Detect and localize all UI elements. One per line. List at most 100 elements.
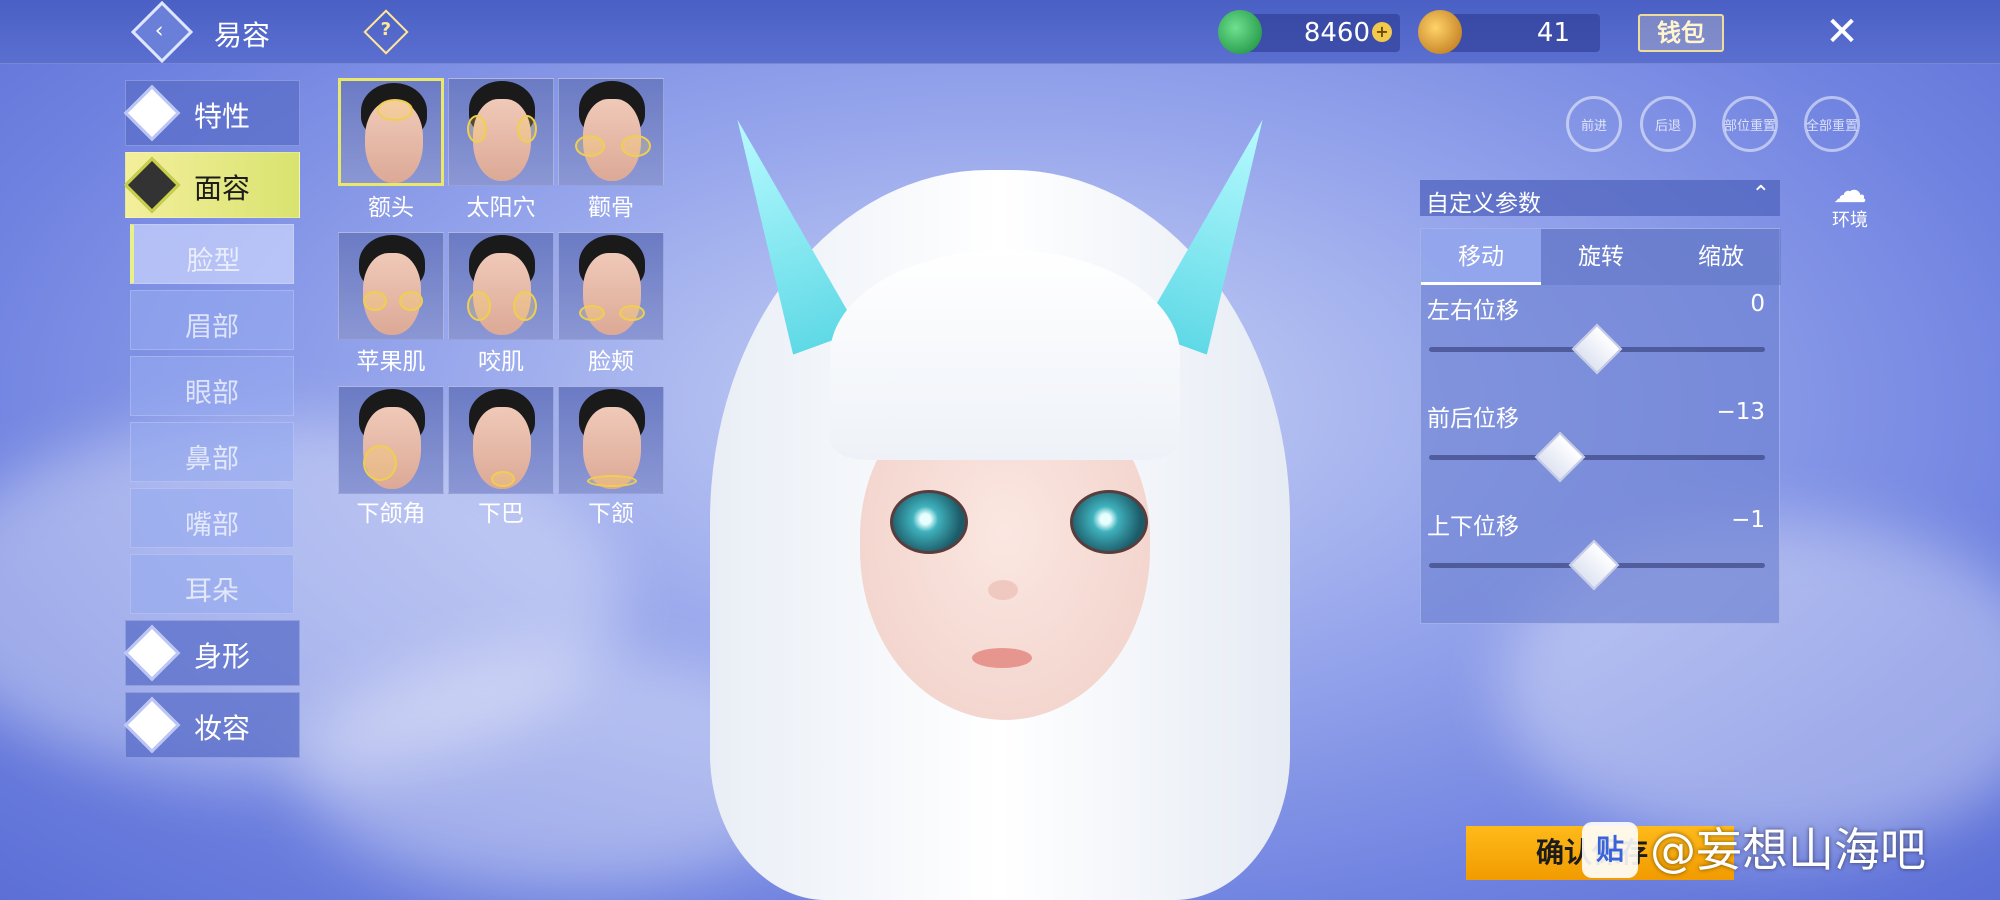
slider-thumb[interactable] (1568, 539, 1620, 591)
panel-title: 自定义参数 (1426, 191, 1541, 217)
face-part-label: 下颌角 (356, 501, 426, 527)
face-part-label: 颧骨 (588, 195, 634, 221)
highlight-marker (399, 291, 423, 311)
face-part-label: 下颔 (588, 501, 634, 527)
category-face[interactable]: 面容 (123, 152, 300, 218)
character-mouth (972, 648, 1032, 668)
subcategory-eyes[interactable]: 眼部 (130, 356, 294, 416)
chevron-left-icon: ‹ (154, 18, 164, 44)
slider-label: 前后位移 (1427, 406, 1519, 432)
highlight-marker (363, 291, 387, 311)
face-part-apple-cheeks[interactable] (338, 232, 444, 340)
slider-label: 上下位移 (1427, 514, 1519, 540)
close-button[interactable]: ✕ (1820, 10, 1864, 54)
reset-part-button[interactable]: 部位重置 (1722, 96, 1778, 152)
subcategory-label: 脸型 (186, 246, 241, 277)
face-part-label: 咬肌 (478, 349, 524, 375)
slider-label: 左右位移 (1427, 298, 1519, 324)
face-part-temples[interactable] (448, 78, 554, 186)
panel-header[interactable]: 自定义参数 ⌃ (1420, 180, 1780, 217)
category-body[interactable]: 身形 (123, 620, 300, 686)
highlight-marker (517, 115, 537, 143)
watermark-text: @妄想山海吧 (1650, 823, 1926, 877)
face-part-label: 太阳穴 (466, 195, 536, 221)
face-part-chin[interactable] (448, 386, 554, 494)
highlight-marker (467, 291, 491, 321)
subcategory-label: 眼部 (185, 378, 239, 409)
environment-button[interactable]: ☁ 环境 (1826, 171, 1874, 231)
face-part-jaw[interactable] (558, 386, 664, 494)
face-part-forehead[interactable] (338, 78, 444, 186)
panel-body: 移动 旋转 缩放 左右位移 0 前后位移 −13 上下位移 −1 (1420, 228, 1781, 624)
character-nose (988, 580, 1018, 600)
wallet-button[interactable]: 钱包 (1638, 14, 1724, 52)
jade-amount: 8460 (1303, 18, 1370, 48)
highlight-marker (587, 475, 637, 487)
reset-all-label: 全部重置 (1805, 119, 1858, 134)
highlight-marker (377, 99, 413, 121)
face-icon (123, 156, 181, 214)
traits-icon (123, 84, 181, 142)
face-part-label: 苹果肌 (356, 349, 426, 375)
face-part-label: 脸颊 (588, 349, 634, 375)
category-makeup[interactable]: 妆容 (123, 692, 300, 758)
makeup-icon (123, 696, 181, 754)
highlight-marker (363, 445, 397, 481)
subcategory-face-shape[interactable]: 脸型 (130, 224, 294, 284)
face-part-label: 额头 (368, 195, 414, 221)
body-icon (123, 624, 181, 682)
subcategory-label: 眉部 (185, 312, 239, 343)
face-part-masseter[interactable] (448, 232, 554, 340)
top-bar: ‹ 易容 ? 8460 + 41 钱包 ✕ (0, 0, 2000, 64)
forward-label: 前进 (1580, 119, 1607, 134)
back-button[interactable]: ‹ (130, 0, 194, 64)
cloud-icon: ☁ (1833, 171, 1867, 211)
face-part-cheekbones[interactable] (558, 78, 664, 186)
highlight-marker (575, 135, 605, 157)
jade-icon (1218, 10, 1262, 54)
undo-button[interactable]: 后退 (1640, 96, 1696, 152)
subcategory-nose[interactable]: 鼻部 (130, 422, 294, 482)
slider-thumb[interactable] (1534, 431, 1586, 483)
subcategory-label: 嘴部 (185, 510, 239, 541)
face-part-jaw-angle[interactable] (338, 386, 444, 494)
face-part-label: 下巴 (478, 501, 524, 527)
slider-track[interactable] (1429, 323, 1765, 375)
jade-currency: 8460 + (1218, 10, 1400, 54)
face-part-cheeks[interactable] (558, 232, 664, 340)
slider-track[interactable] (1429, 539, 1765, 591)
character-bangs (830, 250, 1180, 460)
category-traits[interactable]: 特性 (123, 80, 300, 146)
slider-value: −1 (1731, 507, 1765, 533)
question-icon: ? (380, 19, 392, 41)
character-preview[interactable] (690, 110, 1310, 900)
slider-value: 0 (1750, 291, 1765, 317)
highlight-marker (621, 135, 651, 157)
thumbnail-face (583, 253, 641, 335)
help-button[interactable]: ? (363, 9, 409, 55)
close-icon: ✕ (1825, 9, 1859, 55)
character-right-eye (1070, 490, 1148, 554)
add-jade-button[interactable]: + (1372, 22, 1392, 42)
custom-params-panel: 自定义参数 ⌃ 移动 旋转 缩放 左右位移 0 前后位移 −13 上下位移 −1 (1420, 180, 1781, 624)
subcategory-brows[interactable]: 眉部 (130, 290, 294, 350)
category-label: 身形 (194, 640, 251, 673)
forward-button[interactable]: 前进 (1566, 96, 1622, 152)
subcategory-mouth[interactable]: 嘴部 (130, 488, 294, 548)
reset-part-label: 部位重置 (1723, 119, 1776, 134)
highlight-marker (619, 305, 645, 321)
slider-track[interactable] (1429, 431, 1765, 483)
character-left-eye (890, 490, 968, 554)
chevron-up-icon: ⌃ (1751, 182, 1770, 207)
tab-move[interactable]: 移动 (1421, 229, 1541, 285)
subcategory-ears[interactable]: 耳朵 (130, 554, 294, 614)
undo-label: 后退 (1654, 119, 1681, 134)
tab-scale[interactable]: 缩放 (1661, 229, 1781, 285)
page-title: 易容 (214, 19, 271, 52)
subcategory-label: 鼻部 (185, 444, 239, 475)
gold-coin-icon (1418, 10, 1462, 54)
reset-all-button[interactable]: 全部重置 (1804, 96, 1860, 152)
slider-thumb[interactable] (1571, 323, 1623, 375)
highlight-marker (467, 115, 487, 143)
tab-rotate[interactable]: 旋转 (1541, 229, 1661, 285)
